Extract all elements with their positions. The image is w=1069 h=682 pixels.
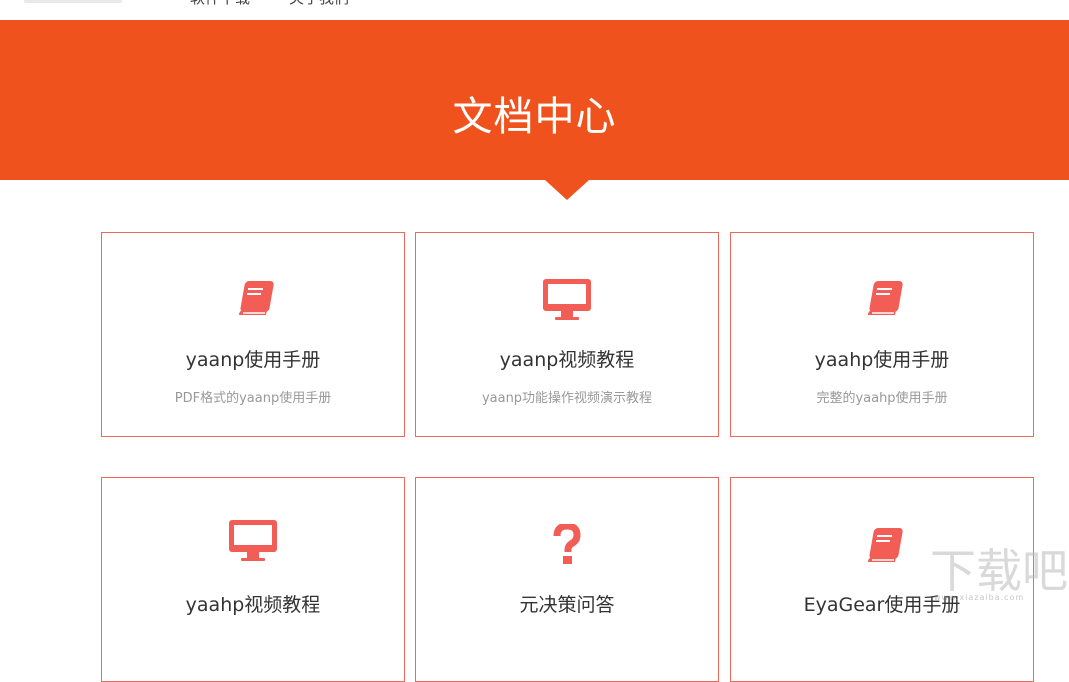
card-description: PDF格式的yaanp使用手册 [174, 391, 332, 406]
nav-about[interactable]: 关于我们 [289, 0, 349, 8]
card-description: yaanp功能操作视频演示教程 [481, 391, 653, 406]
nav-download[interactable]: 软件下载 [190, 0, 250, 8]
watermark-text: 下载吧 [930, 544, 1068, 598]
watermark-logo: 下载吧 www.xiazaiba.com [930, 548, 1068, 605]
banner-pointer-arrow [545, 180, 589, 200]
card-title: yaahp使用手册 [814, 349, 950, 371]
monitor-icon [416, 277, 718, 321]
site-logo[interactable] [24, 0, 122, 3]
hero-banner: 文档中心 [0, 20, 1069, 180]
monitor-icon [102, 518, 404, 562]
watermark-url: www.xiazaiba.com [934, 593, 1025, 602]
page-title: 文档中心 [452, 94, 617, 140]
card-title: yaanp视频教程 [499, 349, 635, 371]
doc-card-yaahp-video[interactable]: yaahp视频教程 [101, 477, 405, 682]
card-description: 完整的yaahp使用手册 [816, 391, 948, 406]
card-title: yaanp使用手册 [185, 349, 321, 371]
book-icon [731, 277, 1033, 321]
doc-card-yaahp-manual[interactable]: yaahp使用手册 完整的yaahp使用手册 [730, 232, 1034, 437]
doc-card-faq[interactable]: 元决策问答 [415, 477, 719, 682]
question-icon [416, 524, 718, 568]
book-icon [102, 277, 404, 321]
top-navigation: 软件下载 关于我们 [0, 0, 1069, 20]
card-title: 元决策问答 [519, 594, 615, 616]
doc-card-yaanp-manual[interactable]: yaanp使用手册 PDF格式的yaanp使用手册 [101, 232, 405, 437]
card-title: yaahp视频教程 [185, 594, 321, 616]
doc-card-yaanp-video[interactable]: yaanp视频教程 yaanp功能操作视频演示教程 [415, 232, 719, 437]
